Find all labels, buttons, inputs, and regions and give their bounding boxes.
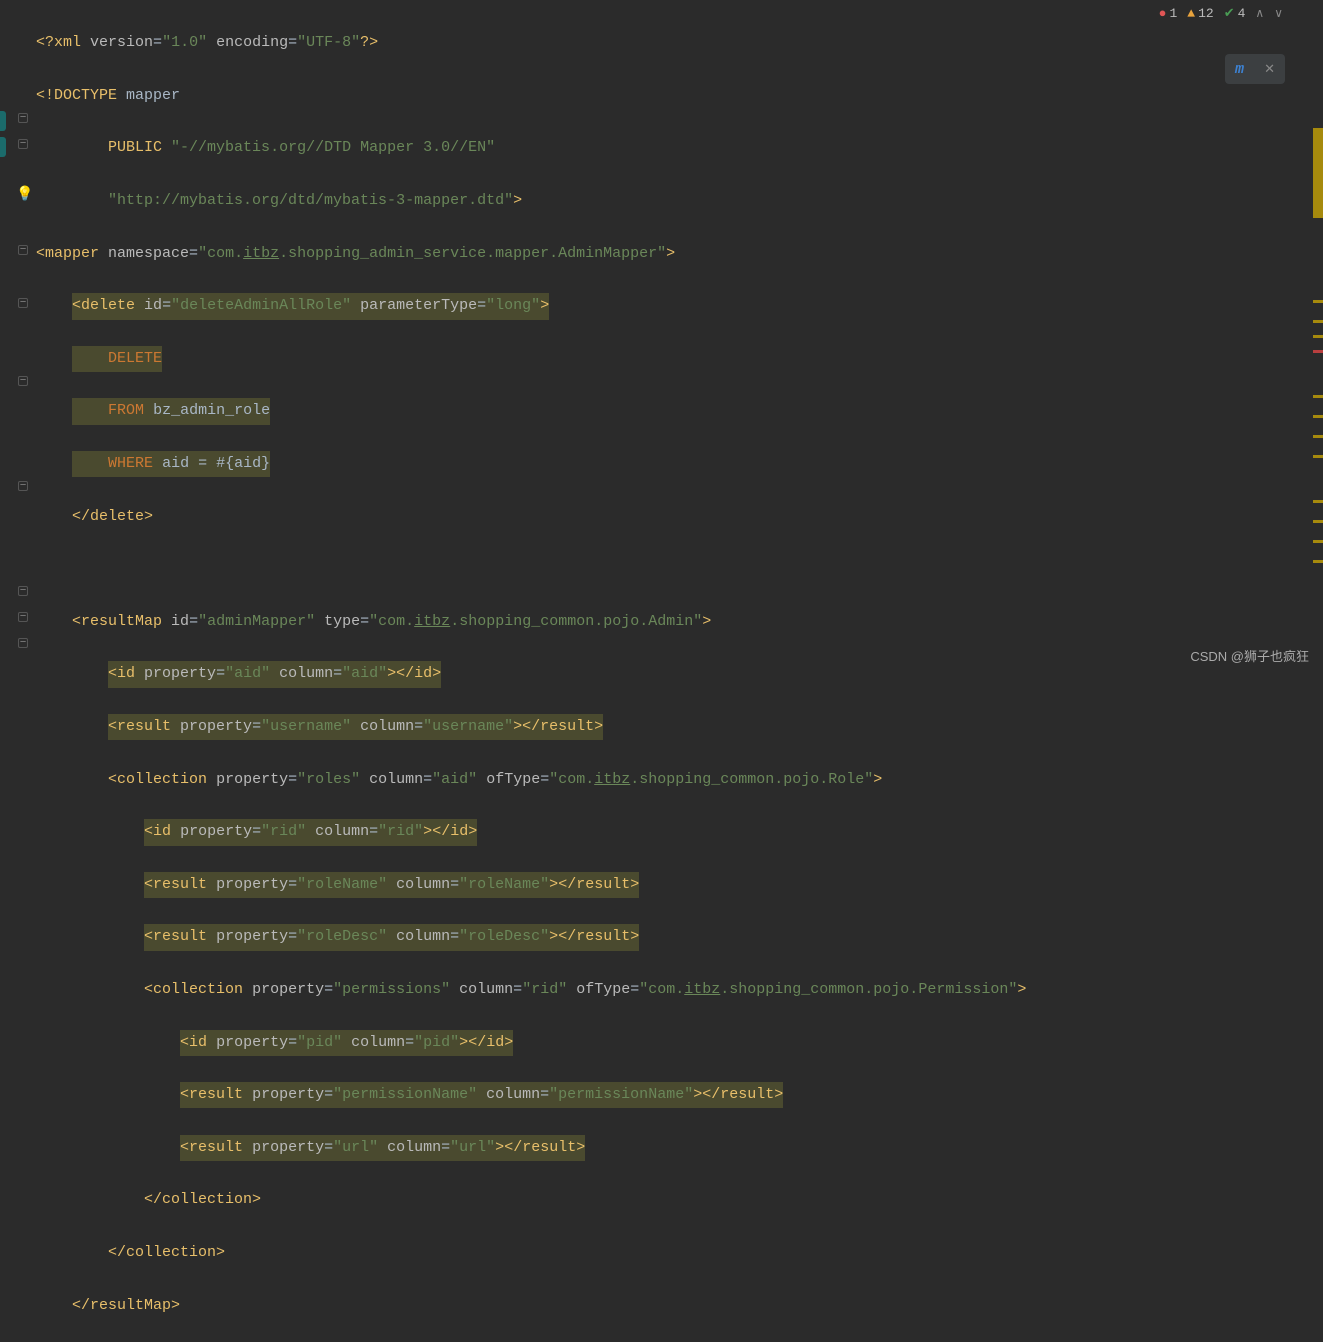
stripe-mark[interactable]	[1313, 540, 1323, 543]
stripe-mark[interactable]	[1313, 435, 1323, 438]
mybatis-tool-widget[interactable]: m ✕	[1225, 54, 1285, 84]
error-count[interactable]: ●1	[1159, 6, 1178, 21]
fold-icon[interactable]: −	[18, 139, 32, 153]
fold-icon[interactable]: −	[18, 481, 32, 495]
stripe-mark[interactable]	[1313, 520, 1323, 523]
code-editor[interactable]: − − 💡 − − − − − − − <?xml version="1.0" …	[0, 0, 1323, 671]
stripe-mark[interactable]	[1313, 320, 1323, 323]
stripe-mark[interactable]	[1313, 335, 1323, 338]
lightbulb-icon[interactable]: 💡	[16, 186, 30, 200]
fold-close-icon[interactable]: −	[18, 586, 32, 600]
fold-icon[interactable]: −	[18, 376, 32, 390]
chevron-down-icon[interactable]: ∨	[1274, 6, 1283, 21]
delete-tag: <delete	[72, 297, 135, 314]
warning-icon: ▲	[1187, 6, 1195, 21]
gutter: − − 💡 − − − − − − −	[0, 0, 36, 671]
weak-warning-count[interactable]: ✔4	[1224, 6, 1246, 21]
check-icon: ✔	[1224, 6, 1235, 21]
error-stripe[interactable]	[1311, 0, 1323, 671]
stripe-mark[interactable]	[1313, 455, 1323, 458]
watermark: CSDN @狮子也疯狂	[1190, 646, 1309, 665]
mybatis-icon: m	[1235, 61, 1244, 78]
stripe-mark[interactable]	[1313, 128, 1323, 218]
fold-icon[interactable]: −	[18, 298, 32, 312]
change-marker-icon	[0, 111, 6, 131]
stripe-mark[interactable]	[1313, 560, 1323, 563]
change-marker-icon	[0, 137, 6, 157]
fold-close-icon[interactable]: −	[18, 638, 32, 652]
collection-tag: <collection	[108, 771, 207, 788]
stripe-mark[interactable]	[1313, 300, 1323, 303]
code-area[interactable]: <?xml version="1.0" encoding="UTF-8"?> <…	[36, 0, 1323, 671]
fold-close-icon[interactable]: −	[18, 245, 32, 259]
chevron-up-icon[interactable]: ∧	[1255, 6, 1264, 21]
fold-icon[interactable]: −	[18, 113, 32, 127]
stripe-mark[interactable]	[1313, 350, 1323, 353]
warning-count[interactable]: ▲12	[1187, 6, 1213, 21]
stripe-mark[interactable]	[1313, 500, 1323, 503]
stripe-mark[interactable]	[1313, 415, 1323, 418]
close-icon[interactable]: ✕	[1264, 62, 1275, 77]
mapper-tag: <mapper	[36, 245, 99, 262]
sql-delete: DELETE	[108, 350, 162, 367]
xml-decl: <?xml	[36, 34, 81, 51]
fold-close-icon[interactable]: −	[18, 612, 32, 626]
stripe-mark[interactable]	[1313, 395, 1323, 398]
inspection-summary[interactable]: ●1 ▲12 ✔4 ∧ ∨	[1159, 6, 1283, 21]
doctype: <!DOCTYPE	[36, 87, 117, 104]
resultmap-tag: <resultMap	[72, 613, 162, 630]
error-icon: ●	[1159, 6, 1167, 21]
